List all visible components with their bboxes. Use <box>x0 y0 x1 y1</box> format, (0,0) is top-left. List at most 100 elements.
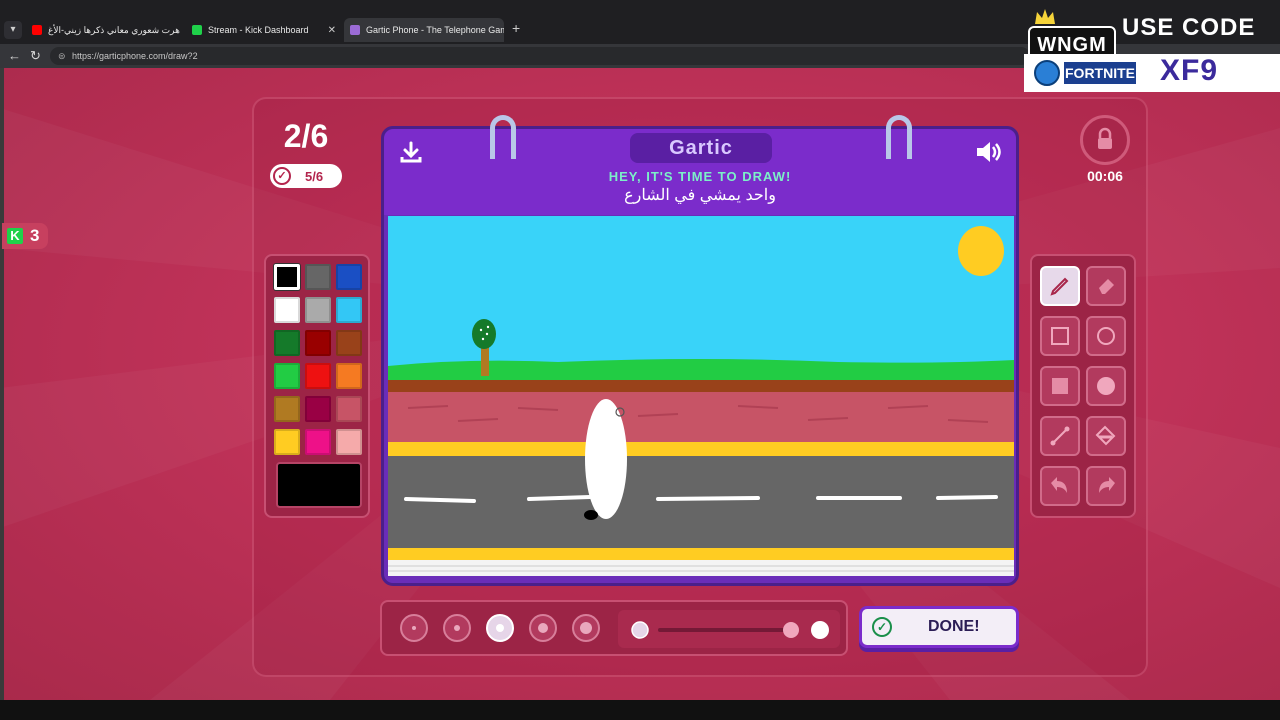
tab-label: Gartic Phone - The Telephone Gam <box>366 25 504 35</box>
circle-outline-icon <box>1097 327 1115 345</box>
color-swatch[interactable] <box>305 363 331 389</box>
color-swatch[interactable] <box>274 330 300 356</box>
color-swatch[interactable] <box>305 429 331 455</box>
rect-filled-tool[interactable] <box>1040 366 1080 406</box>
lock-icon <box>1098 127 1112 149</box>
brush-size-button[interactable] <box>443 614 471 642</box>
crown-icon <box>1035 9 1055 24</box>
person-foot <box>584 510 598 520</box>
tree-crown <box>472 319 496 349</box>
speaker-icon[interactable] <box>974 139 1002 165</box>
color-palette <box>264 254 370 518</box>
color-swatch[interactable] <box>336 330 362 356</box>
kick-favicon-icon <box>192 25 202 35</box>
brush-size-dot-icon <box>412 626 416 630</box>
redo-tool[interactable] <box>1086 466 1126 506</box>
color-swatch[interactable] <box>305 264 331 290</box>
opacity-handle[interactable] <box>782 621 800 639</box>
color-swatch[interactable] <box>336 264 362 290</box>
tab-label: هرت شعوري معاني ذكرها زيني-الأغ <box>48 24 180 35</box>
brush-size-group <box>390 610 606 648</box>
wall-top <box>388 380 1014 392</box>
url-field[interactable]: ⊜ https://garticphone.com/draw?2 <box>50 47 1030 65</box>
bottom-black-bar <box>0 700 1280 720</box>
new-tab-button[interactable]: + <box>512 20 520 36</box>
ellipse-outline-tool[interactable] <box>1086 316 1126 356</box>
back-arrow-icon[interactable]: ← <box>8 48 21 63</box>
brush-controls <box>380 600 848 656</box>
close-tab-icon[interactable]: ✕ <box>180 25 182 36</box>
color-swatch[interactable] <box>274 264 300 290</box>
kick-viewer-badge: K 3 <box>2 223 48 249</box>
curb-top <box>388 442 1014 456</box>
rect-outline-tool[interactable] <box>1040 316 1080 356</box>
color-swatch[interactable] <box>274 363 300 389</box>
round-counter: 2/6 <box>283 118 329 154</box>
color-swatch[interactable] <box>305 297 331 323</box>
brush-size-dot-icon <box>538 623 548 633</box>
canvas-drawing <box>388 216 1014 576</box>
overlay-white-band <box>1024 54 1280 92</box>
done-label: DONE! <box>928 618 980 635</box>
browser-tab-youtube[interactable]: هرت شعوري معاني ذكرها زيني-الأغ ✕ <box>26 18 182 42</box>
browser-tab-kick[interactable]: Stream - Kick Dashboard ✕ <box>186 18 342 42</box>
ellipse-filled-tool[interactable] <box>1086 366 1126 406</box>
color-swatch[interactable] <box>305 330 331 356</box>
color-swatch[interactable] <box>336 396 362 422</box>
url-text: https://garticphone.com/draw?2 <box>72 51 198 61</box>
fortnite-label: FORTNITE <box>1064 62 1136 84</box>
walking-person <box>585 399 627 519</box>
brush-size-button[interactable] <box>486 614 514 642</box>
brush-size-button[interactable] <box>572 614 600 642</box>
brush-size-dot-icon <box>454 625 460 631</box>
fill-bucket-tool[interactable] <box>1086 416 1126 456</box>
color-swatch[interactable] <box>274 396 300 422</box>
creator-code: XF9 <box>1160 54 1219 87</box>
line-tool[interactable] <box>1040 416 1080 456</box>
color-swatch[interactable] <box>336 297 362 323</box>
color-swatch[interactable] <box>336 429 362 455</box>
undo-tool[interactable] <box>1040 466 1080 506</box>
eraser-tool[interactable] <box>1086 266 1126 306</box>
brick-wall <box>388 392 1014 442</box>
gartic-logo: Gartic <box>630 133 772 163</box>
color-swatch[interactable] <box>336 363 362 389</box>
youtube-favicon-icon <box>32 25 42 35</box>
notebook-ring-right <box>886 115 912 159</box>
page-edge <box>388 560 1014 576</box>
curb-bottom <box>388 548 1014 560</box>
pencil-icon <box>1050 277 1069 296</box>
stream-sponsor-overlay: WNGM USE CODE FORTNITE XF9 <box>1024 6 1280 92</box>
opacity-low-icon <box>631 621 649 639</box>
site-info-icon[interactable]: ⊜ <box>58 47 66 65</box>
opacity-track[interactable] <box>658 628 792 632</box>
brush-size-button[interactable] <box>529 614 557 642</box>
color-swatch[interactable] <box>274 297 300 323</box>
close-tab-icon[interactable]: ✕ <box>322 25 336 36</box>
players-done-pill: ✓ 5/6 <box>270 164 342 188</box>
reload-icon[interactable]: ↻ <box>30 48 41 64</box>
download-icon[interactable] <box>398 139 424 165</box>
brush-size-button[interactable] <box>400 614 428 642</box>
color-swatch[interactable] <box>274 429 300 455</box>
opacity-slider[interactable] <box>618 610 840 648</box>
timer: 00:06 <box>1087 168 1123 184</box>
done-button[interactable]: ✓ DONE! <box>859 606 1019 648</box>
line-icon <box>1050 426 1070 446</box>
tool-panel <box>1030 254 1136 518</box>
drawing-canvas[interactable] <box>388 216 1014 576</box>
sun <box>958 226 1004 276</box>
tab-search-dropdown[interactable]: ▾ <box>4 21 22 39</box>
left-edge-strip <box>0 68 4 700</box>
brush-size-dot-icon <box>496 624 504 632</box>
browser-tab-gartic[interactable]: Gartic Phone - The Telephone Gam ✕ <box>344 18 504 42</box>
notebook-ring-left <box>490 115 516 159</box>
check-circle-icon: ✓ <box>872 617 892 637</box>
brush-size-dot-icon <box>580 622 592 634</box>
lock-button[interactable] <box>1080 115 1130 165</box>
pencil-tool[interactable] <box>1040 266 1080 306</box>
color-swatch[interactable] <box>305 396 331 422</box>
draw-prompt-title: HEY, IT'S TIME TO DRAW! <box>608 169 792 184</box>
current-color-preview <box>276 462 362 508</box>
square-outline-icon <box>1051 327 1069 345</box>
